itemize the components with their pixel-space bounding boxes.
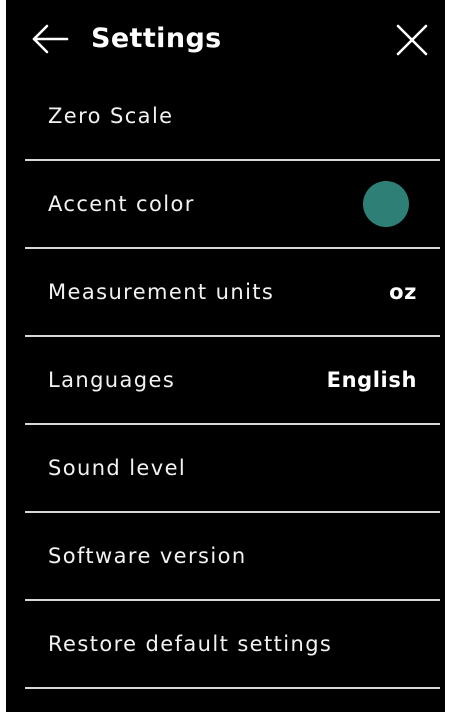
divider — [25, 687, 440, 689]
page-title: Settings — [91, 23, 222, 54]
restore-defaults-label: Restore default settings — [48, 632, 333, 656]
accent-color-item[interactable]: Accent color — [6, 160, 445, 249]
languages-value: English — [326, 368, 417, 392]
languages-item[interactable]: Languages English — [6, 336, 445, 425]
measurement-units-value: oz — [389, 280, 417, 304]
close-icon — [396, 24, 428, 56]
restore-defaults-item[interactable]: Restore default settings — [6, 600, 445, 689]
languages-label: Languages — [48, 368, 176, 392]
settings-panel: Settings Zero Scale Accent color Measure… — [6, 0, 445, 712]
zero-scale-label: Zero Scale — [48, 104, 174, 128]
measurement-units-label: Measurement units — [48, 280, 275, 304]
close-button[interactable] — [394, 22, 430, 58]
zero-scale-item[interactable]: Zero Scale — [6, 72, 445, 161]
accent-color-swatch[interactable] — [363, 181, 409, 227]
measurement-units-item[interactable]: Measurement units oz — [6, 248, 445, 337]
accent-color-label: Accent color — [48, 192, 195, 216]
arrow-left-icon — [32, 24, 69, 54]
software-version-item[interactable]: Software version — [6, 512, 445, 601]
back-button[interactable] — [30, 22, 70, 56]
settings-list: Zero Scale Accent color Measurement unit… — [6, 72, 445, 689]
software-version-label: Software version — [48, 544, 247, 568]
sound-level-item[interactable]: Sound level — [6, 424, 445, 513]
settings-header: Settings — [6, 0, 445, 78]
sound-level-label: Sound level — [48, 456, 187, 480]
